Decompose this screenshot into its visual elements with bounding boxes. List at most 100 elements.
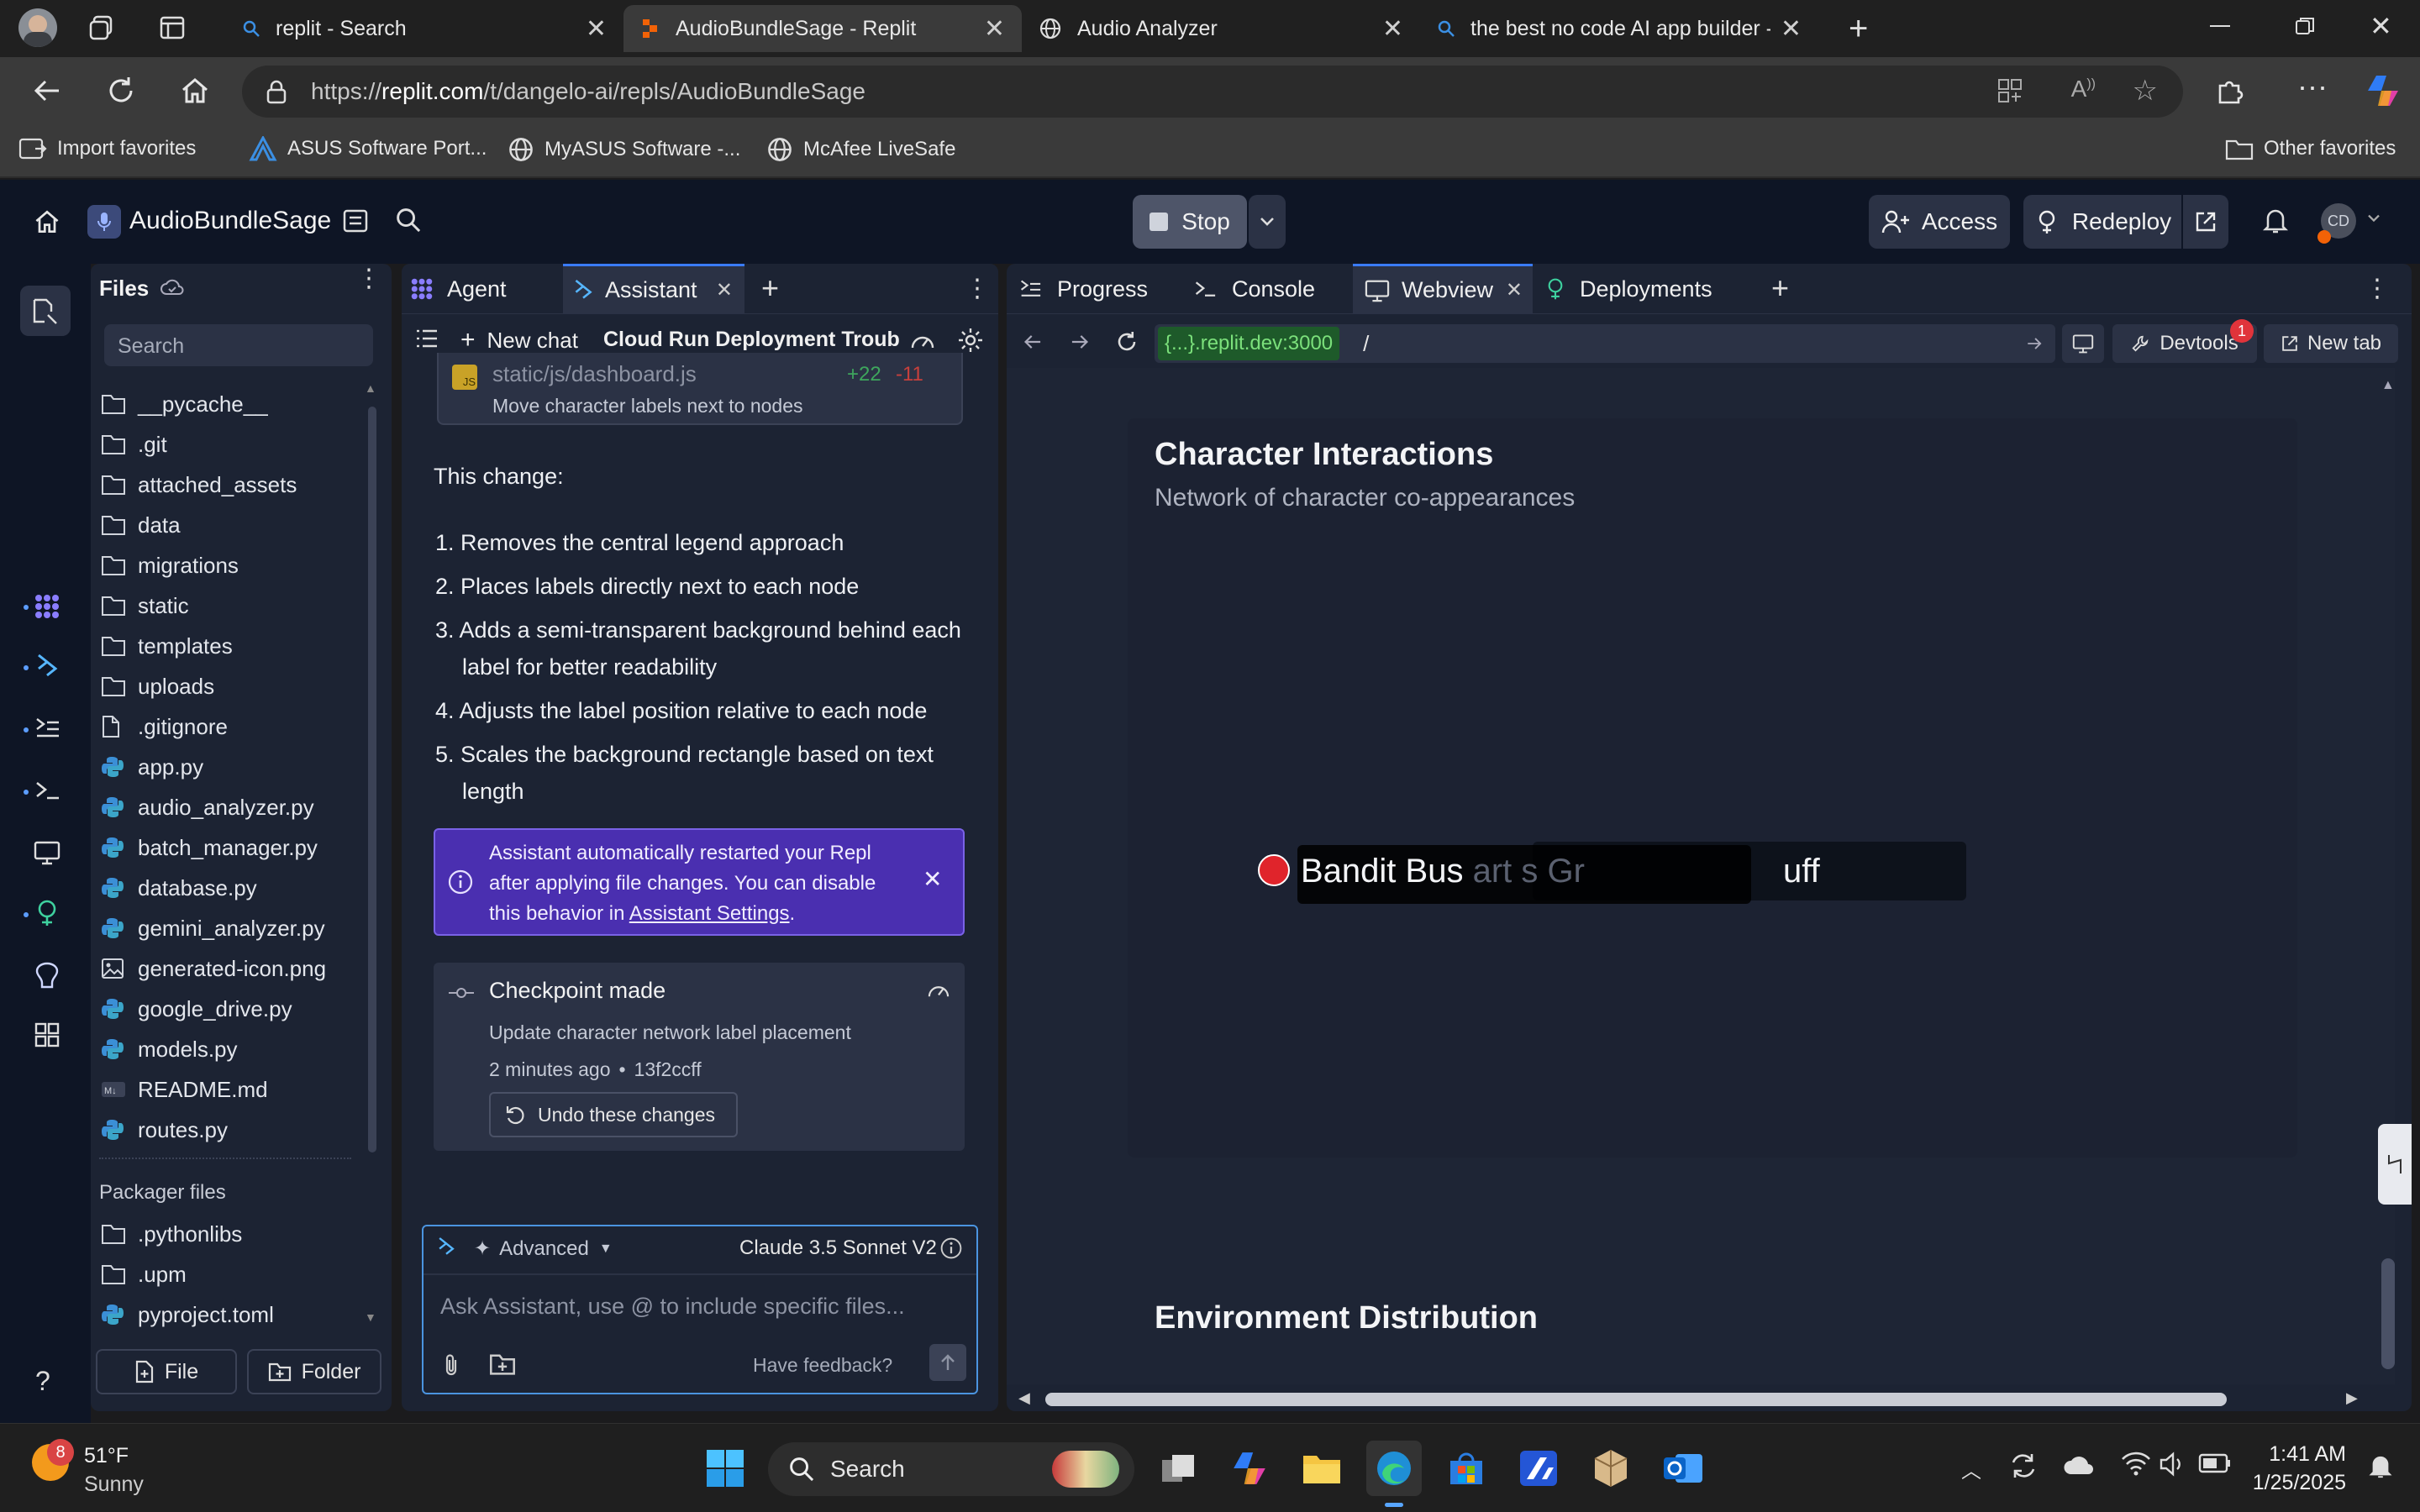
graph-node[interactable] — [1258, 854, 1290, 886]
new-folder-button[interactable]: Folder — [247, 1349, 381, 1394]
workspaces-icon[interactable] — [87, 13, 116, 42]
task-view-icon[interactable] — [1151, 1441, 1207, 1496]
microsoft-store-icon[interactable] — [1439, 1441, 1494, 1496]
settings-gear-icon[interactable] — [956, 326, 985, 354]
add-tab-plus-icon[interactable]: + — [761, 270, 779, 306]
tab-menu-kebab-icon[interactable]: ⋮ — [2365, 274, 2390, 303]
files-search-input[interactable]: Search — [104, 324, 373, 366]
file-row[interactable]: batch_manager.py — [101, 828, 318, 867]
package-app-icon[interactable] — [1583, 1441, 1639, 1496]
folder-row[interactable]: .git — [101, 425, 167, 464]
close-tab-icon[interactable]: ✕ — [1506, 278, 1523, 302]
back-arrow-icon[interactable] — [30, 74, 64, 108]
folder-row[interactable]: uploads — [101, 667, 214, 706]
new-tab-button[interactable]: New tab — [2264, 324, 2398, 363]
extensions-puzzle-icon[interactable] — [2213, 74, 2247, 108]
access-button[interactable]: Access — [1869, 195, 2010, 249]
undo-changes-button[interactable]: Undo these changes — [489, 1092, 738, 1137]
info-icon[interactable] — [939, 1236, 963, 1260]
file-row[interactable]: M↓ README.md — [101, 1070, 268, 1109]
file-row[interactable]: google_drive.py — [101, 990, 292, 1028]
assistant-settings-link[interactable]: Assistant Settings — [629, 902, 790, 925]
tab-console[interactable]: Console — [1193, 264, 1353, 314]
project-info-icon[interactable] — [341, 207, 370, 235]
close-tab-icon[interactable]: ✕ — [984, 14, 1005, 44]
close-tab-icon[interactable]: ✕ — [1781, 14, 1802, 44]
chat-title[interactable]: Cloud Run Deployment Troub... — [603, 328, 901, 352]
stop-button[interactable]: Stop — [1133, 195, 1247, 249]
speedometer-icon[interactable] — [926, 979, 951, 1000]
attach-folder-icon[interactable] — [489, 1352, 516, 1376]
volume-icon[interactable] — [2158, 1451, 2186, 1478]
chevron-down-icon[interactable] — [2366, 213, 2381, 223]
start-windows-icon[interactable] — [697, 1441, 753, 1496]
scroll-up-icon[interactable]: ▲ — [2381, 378, 2395, 393]
folder-row[interactable]: templates — [101, 627, 233, 665]
file-row[interactable]: routes.py — [101, 1110, 228, 1149]
home-icon[interactable] — [178, 74, 212, 108]
profile-avatar[interactable] — [18, 8, 57, 47]
file-change-card[interactable]: JS static/js/dashboard.js +22 -11 Move c… — [437, 353, 963, 425]
model-selector[interactable]: Claude 3.5 Sonnet V2 — [739, 1236, 937, 1260]
restore-icon[interactable] — [2294, 15, 2316, 37]
screen-size-button[interactable] — [2062, 324, 2104, 363]
folder-row[interactable]: static — [101, 586, 189, 625]
folder-row[interactable]: data — [101, 506, 181, 544]
favorite-myasus[interactable]: MyASUS Software -... — [508, 136, 740, 163]
assistant-input[interactable]: Ask Assistant, use @ to include specific… — [440, 1294, 961, 1320]
apps-icon[interactable] — [1996, 77, 2023, 104]
tab-deployments[interactable]: Deployments — [1544, 264, 1746, 314]
minimize-icon[interactable] — [2210, 25, 2230, 27]
edge-browser-icon[interactable] — [1366, 1441, 1422, 1496]
favorite-import[interactable]: Import favorites — [18, 136, 196, 161]
folder-row[interactable]: attached_assets — [101, 465, 297, 504]
show-hidden-icons-chevron[interactable]: ︿ — [1961, 1454, 1981, 1483]
agent-tool-icon[interactable] — [34, 593, 60, 620]
vertical-scrollbar[interactable] — [2381, 1258, 2395, 1369]
help-icon[interactable]: ? — [35, 1366, 50, 1397]
webview-tool-icon[interactable] — [34, 840, 60, 865]
folder-row[interactable]: __pycache__ — [101, 385, 268, 423]
browser-tab-1[interactable]: AudioBundleSage - Replit ✕ — [623, 5, 1022, 52]
clock-time[interactable]: 1:41 AM — [2245, 1442, 2346, 1467]
browser-tab-3[interactable]: the best no code AI app builder - ✕ — [1420, 5, 1818, 52]
wifi-icon[interactable] — [2121, 1451, 2151, 1478]
run-options-chevron[interactable] — [1249, 195, 1286, 249]
close-tab-icon[interactable]: ✕ — [586, 14, 607, 44]
other-favorites[interactable]: Other favorites — [2225, 136, 2396, 161]
open-url-arrow-icon[interactable] — [2025, 334, 2044, 353]
battery-icon[interactable] — [2198, 1452, 2232, 1474]
more-menu-icon[interactable]: ··· — [2297, 69, 2328, 104]
database-tool-icon[interactable] — [34, 961, 60, 990]
files-tool-icon[interactable] — [20, 286, 71, 336]
file-row[interactable]: app.py — [101, 748, 203, 786]
project-icon[interactable] — [87, 205, 121, 239]
tab-agent[interactable]: Agent — [410, 264, 566, 314]
assistant-tool-icon[interactable] — [35, 654, 59, 680]
read-aloud-icon[interactable]: A)) — [2071, 76, 2096, 102]
file-row[interactable]: database.py — [101, 869, 257, 907]
mode-selector[interactable]: ✦ Advanced ▼ — [474, 1236, 613, 1261]
notifications-bell-icon[interactable] — [2262, 207, 2289, 235]
webview-back-icon[interactable] — [1022, 331, 1044, 353]
attach-paperclip-icon[interactable] — [440, 1352, 462, 1378]
close-tab-icon[interactable]: ✕ — [716, 278, 733, 302]
file-row[interactable]: audio_analyzer.py — [101, 788, 314, 827]
open-deployment-button[interactable] — [2183, 195, 2228, 249]
notification-bell-icon[interactable] — [2368, 1452, 2393, 1481]
all-tools-grid-icon[interactable] — [34, 1021, 60, 1048]
files-scrollbar[interactable] — [368, 407, 376, 1152]
deployments-tool-icon[interactable] — [34, 899, 60, 927]
browser-tab-2[interactable]: Audio Analyzer ✕ — [1022, 5, 1420, 52]
webview-url-bar[interactable]: {...}.replit.dev:3000 / — [1155, 324, 2055, 363]
weather-temp[interactable]: 51°F — [84, 1444, 129, 1468]
tab-menu-kebab-icon[interactable]: ⋮ — [965, 274, 990, 303]
outlook-icon[interactable] — [1655, 1441, 1711, 1496]
clock-date[interactable]: 1/25/2025 — [2235, 1471, 2346, 1495]
webview-refresh-icon[interactable] — [1114, 329, 1139, 354]
folder-row[interactable]: .upm — [101, 1255, 187, 1294]
add-tab-plus-icon[interactable]: + — [1771, 270, 1789, 306]
file-row[interactable]: models.py — [101, 1030, 238, 1068]
files-menu-kebab-icon[interactable]: ⋮ — [356, 266, 381, 291]
webview-forward-icon[interactable] — [1069, 331, 1091, 353]
